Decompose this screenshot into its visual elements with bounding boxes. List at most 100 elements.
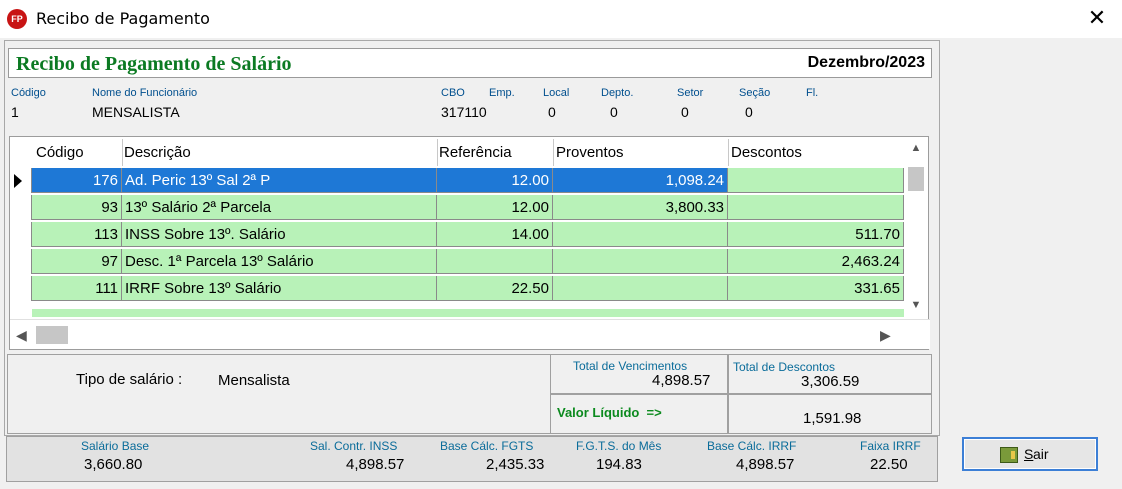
summary-bar: Salário Base 3,660.80 Sal. Contr. INSS 4… bbox=[6, 436, 938, 482]
cell-proventos[interactable] bbox=[553, 276, 728, 301]
cell-description[interactable]: Desc. 1ª Parcela 13º Salário bbox=[122, 249, 437, 274]
cell-code[interactable]: 93 bbox=[32, 195, 122, 220]
vertical-scrollbar[interactable]: ▲ ▼ bbox=[904, 137, 928, 319]
table-row[interactable]: 93 13º Salário 2ª Parcela 12.00 3,800.33 bbox=[10, 195, 904, 220]
faixa-irrf-label: Faixa IRRF bbox=[860, 439, 921, 453]
scroll-thumb[interactable] bbox=[36, 326, 68, 344]
window-bottom-edge bbox=[0, 484, 1122, 489]
receipt-title: Recibo de Pagamento de Salário bbox=[16, 53, 292, 75]
column-header-description[interactable]: Descrição bbox=[124, 144, 191, 161]
cell-descontos[interactable]: 331.65 bbox=[728, 276, 904, 301]
cell-code[interactable]: 111 bbox=[32, 276, 122, 301]
cell-description[interactable]: INSS Sobre 13º. Salário bbox=[122, 222, 437, 247]
total-descontos-label: Total de Descontos bbox=[733, 360, 836, 374]
cell-reference[interactable]: 12.00 bbox=[437, 195, 553, 220]
row-indicator bbox=[10, 195, 32, 220]
scroll-up-icon[interactable]: ▲ bbox=[904, 142, 928, 160]
cell-descontos[interactable]: 2,463.24 bbox=[728, 249, 904, 274]
title-bar: FP Recibo de Pagamento ✕ bbox=[0, 0, 1122, 38]
secao-label: Seção bbox=[739, 87, 771, 99]
column-separator bbox=[122, 139, 123, 166]
app-icon: FP bbox=[7, 9, 27, 29]
salary-type-value: Mensalista bbox=[218, 372, 290, 389]
sal-contr-inss-label: Sal. Contr. INSS bbox=[310, 439, 398, 453]
scroll-right-icon[interactable]: ▶ bbox=[880, 327, 891, 344]
fl-label: Fl. bbox=[806, 87, 819, 99]
cell-description[interactable]: Ad. Peric 13º Sal 2ª P bbox=[122, 168, 437, 193]
payslip-grid: Código Descrição Referência Proventos De… bbox=[9, 136, 930, 350]
cell-description[interactable]: 13º Salário 2ª Parcela bbox=[122, 195, 437, 220]
employee-name-label: Nome do Funcionário bbox=[92, 87, 198, 99]
fgts-mes-value: 194.83 bbox=[596, 456, 642, 473]
code-label: Código bbox=[11, 87, 46, 99]
total-descontos-value: 3,306.59 bbox=[801, 373, 860, 390]
cell-reference[interactable]: 12.00 bbox=[437, 168, 553, 193]
table-row[interactable]: 111 IRRF Sobre 13º Salário 22.50 331.65 bbox=[10, 276, 904, 301]
salary-type-label: Tipo de salário : bbox=[76, 371, 183, 388]
exit-button[interactable]: S air bbox=[962, 437, 1098, 471]
local-label: Local bbox=[543, 87, 570, 99]
scroll-thumb[interactable] bbox=[908, 167, 924, 191]
row-indicator bbox=[10, 222, 32, 247]
cell-descontos[interactable]: 511.70 bbox=[728, 222, 904, 247]
scroll-left-icon[interactable]: ◀ bbox=[16, 327, 27, 344]
row-indicator bbox=[10, 249, 32, 274]
faixa-irrf-value: 22.50 bbox=[870, 456, 908, 473]
cell-proventos[interactable]: 3,800.33 bbox=[553, 195, 728, 220]
salario-base-value: 3,660.80 bbox=[84, 456, 143, 473]
column-separator bbox=[437, 139, 438, 166]
cbo-value: 317110 bbox=[441, 104, 487, 120]
cell-reference[interactable]: 14.00 bbox=[437, 222, 553, 247]
sal-contr-inss-value: 4,898.57 bbox=[346, 456, 405, 473]
cell-descontos[interactable] bbox=[728, 195, 904, 220]
secao-value: 0 bbox=[745, 104, 753, 120]
cell-code[interactable]: 97 bbox=[32, 249, 122, 274]
base-fgts-value: 2,435.33 bbox=[486, 456, 545, 473]
window-title: Recibo de Pagamento bbox=[36, 9, 210, 28]
horizontal-scrollbar[interactable]: ◀ ▶ bbox=[10, 319, 930, 349]
base-irrf-value: 4,898.57 bbox=[736, 456, 795, 473]
employee-name: MENSALISTA bbox=[92, 104, 180, 120]
table-row[interactable]: 97 Desc. 1ª Parcela 13º Salário 2,463.24 bbox=[10, 249, 904, 274]
salario-base-label: Salário Base bbox=[81, 439, 150, 453]
local-value: 0 bbox=[548, 104, 556, 120]
column-header-descontos[interactable]: Descontos bbox=[731, 144, 802, 161]
exit-button-accelerator: S bbox=[1024, 446, 1034, 462]
column-header-proventos[interactable]: Proventos bbox=[556, 144, 624, 161]
right-panel bbox=[940, 40, 1116, 436]
cell-descontos[interactable] bbox=[728, 168, 904, 193]
cell-code[interactable]: 176 bbox=[32, 168, 122, 193]
empty-row bbox=[32, 309, 904, 317]
valor-liquido-label: Valor Líquido => bbox=[557, 405, 662, 420]
column-header-code[interactable]: Código bbox=[36, 144, 84, 161]
cbo-label: CBO bbox=[441, 87, 465, 99]
depto-value: 0 bbox=[610, 104, 618, 120]
period-label: Dezembro/2023 bbox=[807, 54, 925, 71]
setor-value: 0 bbox=[681, 104, 689, 120]
emp-label: Emp. bbox=[489, 87, 515, 99]
employee-code: 1 bbox=[11, 104, 19, 120]
total-vencimentos-value: 4,898.57 bbox=[652, 372, 711, 389]
cell-code[interactable]: 113 bbox=[32, 222, 122, 247]
total-vencimentos-label: Total de Vencimentos bbox=[573, 359, 688, 373]
grid-header: Código Descrição Referência Proventos De… bbox=[10, 137, 904, 168]
depto-label: Depto. bbox=[601, 87, 634, 99]
row-indicator bbox=[10, 276, 32, 301]
current-row-arrow-icon bbox=[14, 174, 22, 188]
base-irrf-label: Base Cálc. IRRF bbox=[707, 439, 797, 453]
table-row[interactable]: 113 INSS Sobre 13º. Salário 14.00 511.70 bbox=[10, 222, 904, 247]
valor-liquido-value: 1,591.98 bbox=[803, 410, 862, 427]
cell-description[interactable]: IRRF Sobre 13º Salário bbox=[122, 276, 437, 301]
close-icon[interactable]: ✕ bbox=[1084, 6, 1110, 32]
cell-reference[interactable] bbox=[437, 249, 553, 274]
cell-proventos[interactable] bbox=[553, 222, 728, 247]
cell-reference[interactable]: 22.50 bbox=[437, 276, 553, 301]
receipt-header: Recibo de Pagamento de Salário Dezembro/… bbox=[8, 48, 932, 78]
setor-label: Setor bbox=[677, 87, 704, 99]
cell-proventos[interactable] bbox=[553, 249, 728, 274]
table-row[interactable]: 176 Ad. Peric 13º Sal 2ª P 12.00 1,098.2… bbox=[10, 168, 904, 193]
scroll-down-icon[interactable]: ▼ bbox=[904, 299, 928, 317]
cell-proventos[interactable]: 1,098.24 bbox=[553, 168, 728, 193]
column-header-reference[interactable]: Referência bbox=[439, 144, 512, 161]
row-indicator bbox=[10, 168, 32, 193]
